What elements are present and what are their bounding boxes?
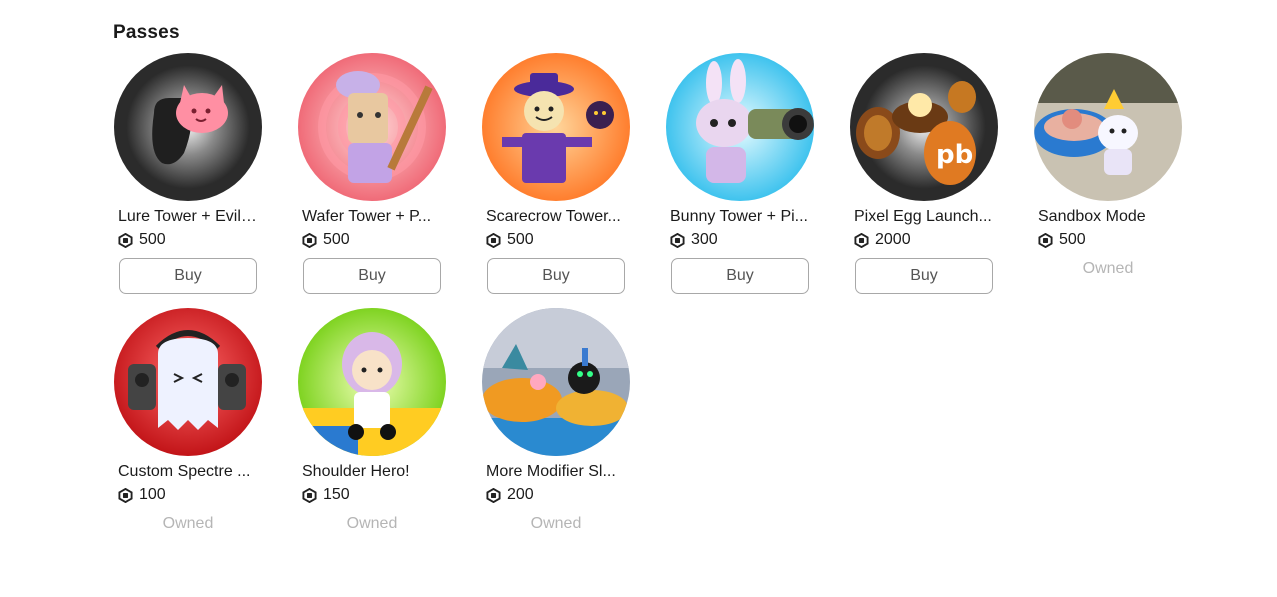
robux-icon	[302, 488, 317, 503]
price-value: 500	[139, 231, 166, 248]
pass-card[interactable]: Custom Spectre ... 100 Owned	[114, 308, 262, 533]
pass-name[interactable]: Wafer Tower + P...	[298, 208, 442, 226]
price-value: 500	[323, 231, 350, 248]
buy-button[interactable]: Buy	[119, 258, 257, 294]
buy-button[interactable]: Buy	[303, 258, 441, 294]
robux-icon	[302, 233, 317, 248]
pass-card[interactable]: pb Pixel Egg Launch... 2000 Buy	[850, 53, 998, 294]
pass-price: 500	[482, 230, 630, 250]
pass-name[interactable]: Lure Tower + Evil ...	[114, 208, 258, 226]
pass-card[interactable]: Lure Tower + Evil ... 500 Buy	[114, 53, 262, 294]
buy-button[interactable]: Buy	[487, 258, 625, 294]
pass-price: 500	[1034, 230, 1182, 250]
pass-price: 300	[666, 230, 814, 250]
buy-button[interactable]: Buy	[671, 258, 809, 294]
buy-button[interactable]: Buy	[855, 258, 993, 294]
pass-card[interactable]: Sandbox Mode 500 Owned	[1034, 53, 1182, 278]
shoulder-hero-icon[interactable]	[298, 308, 446, 456]
price-value: 300	[691, 231, 718, 248]
pass-price: 500	[298, 230, 446, 250]
pixel-egg-icon[interactable]: pb	[850, 53, 998, 201]
robux-icon	[118, 488, 133, 503]
owned-label: Owned	[530, 515, 582, 532]
pass-name[interactable]: Scarecrow Tower...	[482, 208, 626, 226]
owned-label: Owned	[162, 515, 214, 532]
pass-card[interactable]: Scarecrow Tower... 500 Buy	[482, 53, 630, 294]
pass-name[interactable]: Bunny Tower + Pi...	[666, 208, 810, 226]
pass-name[interactable]: Custom Spectre ...	[114, 463, 258, 481]
robux-icon	[486, 488, 501, 503]
pass-card[interactable]: More Modifier Sl... 200 Owned	[482, 308, 630, 533]
pass-price: 150	[298, 485, 446, 505]
pass-price: 2000	[850, 230, 998, 250]
pass-name[interactable]: More Modifier Sl...	[482, 463, 626, 481]
pass-card[interactable]: Shoulder Hero! 150 Owned	[298, 308, 446, 533]
price-value: 200	[507, 486, 534, 503]
owned-label: Owned	[346, 515, 398, 532]
wafer-tower-icon[interactable]	[298, 53, 446, 201]
pass-name[interactable]: Shoulder Hero!	[298, 463, 442, 481]
owned-label: Owned	[1082, 260, 1134, 277]
robux-icon	[1038, 233, 1053, 248]
sandbox-mode-icon[interactable]	[1034, 53, 1182, 201]
pass-name[interactable]: Pixel Egg Launch...	[850, 208, 994, 226]
price-value: 500	[1059, 231, 1086, 248]
lure-tower-icon[interactable]	[114, 53, 262, 201]
pass-price: 100	[114, 485, 262, 505]
robux-icon	[670, 233, 685, 248]
price-value: 2000	[875, 231, 911, 248]
robux-icon	[486, 233, 501, 248]
pass-price: 500	[114, 230, 262, 250]
price-value: 100	[139, 486, 166, 503]
bunny-tower-icon[interactable]	[666, 53, 814, 201]
custom-spectre-icon[interactable]	[114, 308, 262, 456]
svg-text:pb: pb	[936, 140, 973, 170]
pass-price: 200	[482, 485, 630, 505]
section-title: Passes	[113, 22, 180, 43]
price-value: 150	[323, 486, 350, 503]
robux-icon	[854, 233, 869, 248]
pass-card[interactable]: Bunny Tower + Pi... 300 Buy	[666, 53, 814, 294]
price-value: 500	[507, 231, 534, 248]
more-modifier-icon[interactable]	[482, 308, 630, 456]
robux-icon	[118, 233, 133, 248]
pass-name[interactable]: Sandbox Mode	[1034, 208, 1178, 226]
pass-card[interactable]: Wafer Tower + P... 500 Buy	[298, 53, 446, 294]
scarecrow-tower-icon[interactable]	[482, 53, 630, 201]
